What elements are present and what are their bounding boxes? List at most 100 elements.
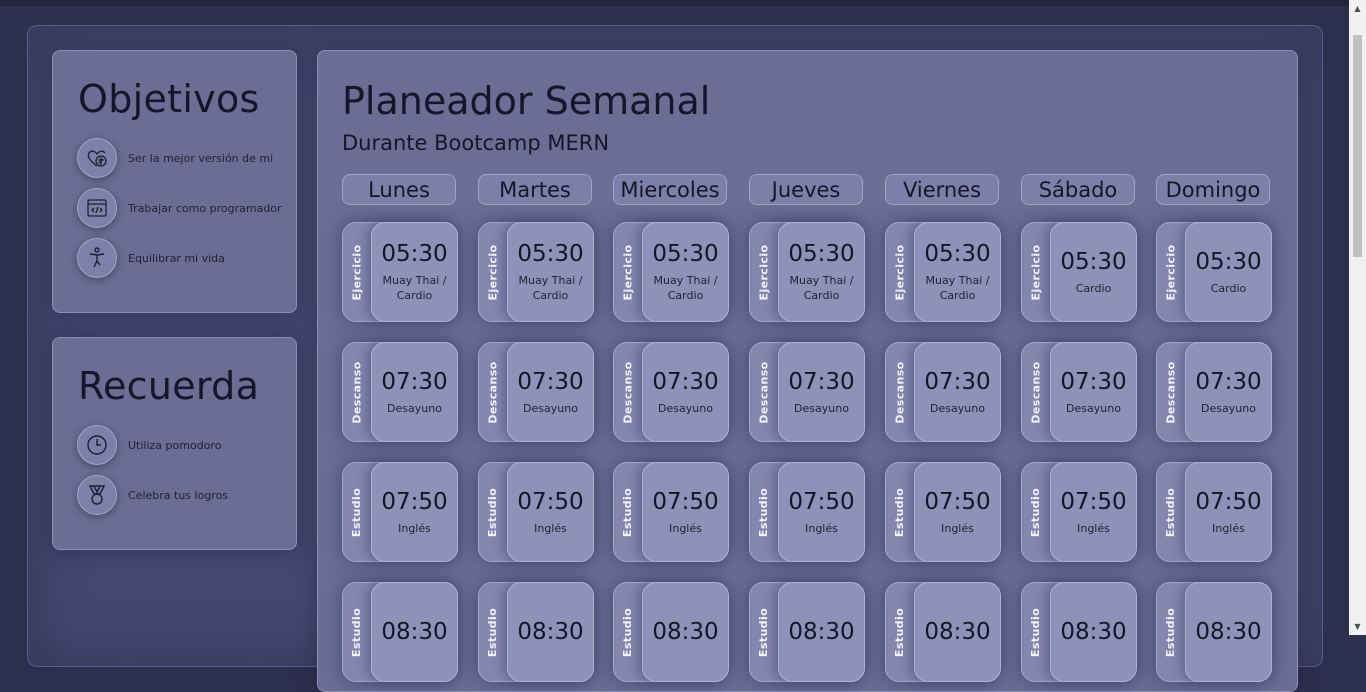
slot-card: 07:30 Desayuno (778, 342, 865, 442)
slot-card: 07:50 Inglés (1050, 462, 1137, 562)
recuerda-label: Utiliza pomodoro (128, 438, 222, 452)
slot-card: 08:30 (642, 582, 729, 682)
slot-card: 08:30 (1050, 582, 1137, 682)
slot-card: 05:30 Muay Thai / Cardio (914, 222, 1001, 322)
schedule-slot[interactable]: Estudio 07:50 Inglés (885, 462, 1001, 562)
objetivos-title: Objetivos (78, 77, 260, 121)
slot-category: Descanso (343, 342, 371, 442)
schedule-slot[interactable]: Estudio 07:50 Inglés (342, 462, 458, 562)
slot-card: 08:30 (371, 582, 458, 682)
slot-category: Estudio (614, 582, 642, 682)
slot-activity: Desayuno (523, 401, 578, 415)
slot-card: 05:30 Muay Thai / Cardio (642, 222, 729, 322)
schedule-slot[interactable]: Estudio 08:30 (885, 582, 1001, 682)
schedule-slot[interactable]: Descanso 07:30 Desayuno (613, 342, 729, 442)
slot-time: 07:30 (788, 368, 855, 395)
slot-category-label: Estudio (757, 487, 771, 537)
slot-activity: Cardio (1210, 281, 1247, 295)
scroll-up-icon[interactable]: ▲ (1349, 0, 1366, 17)
slot-category: Estudio (343, 462, 371, 562)
schedule-slot[interactable]: Descanso 07:30 Desayuno (885, 342, 1001, 442)
schedule-slot[interactable]: Descanso 07:30 Desayuno (749, 342, 865, 442)
slot-card: 07:30 Desayuno (1185, 342, 1272, 442)
slot-category: Estudio (886, 462, 914, 562)
slot-category-label: Ejercicio (1029, 244, 1043, 300)
slot-card: 07:50 Inglés (507, 462, 594, 562)
slot-category-label: Estudio (350, 487, 364, 537)
scroll-down-icon[interactable]: ▼ (1349, 618, 1366, 635)
recuerda-item: Utiliza pomodoro (77, 425, 221, 465)
slot-card: 08:30 (778, 582, 865, 682)
schedule-slot[interactable]: Estudio 07:50 Inglés (613, 462, 729, 562)
slot-time: 05:30 (924, 241, 991, 267)
app-container: Objetivos Ser la mejor versión de mi Tra… (27, 25, 1323, 692)
slot-activity: Desayuno (1201, 401, 1256, 415)
browser-top-strip (0, 0, 1366, 6)
slot-category: Descanso (886, 342, 914, 442)
slot-activity: Inglés (805, 521, 838, 535)
slot-activity: Inglés (1077, 521, 1110, 535)
slot-card: 07:50 Inglés (914, 462, 1001, 562)
slot-time: 07:50 (788, 488, 855, 515)
day-header: Miercoles (613, 174, 727, 205)
slot-category-label: Descanso (486, 360, 500, 424)
schedule-slot[interactable]: Descanso 07:30 Desayuno (1156, 342, 1272, 442)
schedule-slot[interactable]: Estudio 07:50 Inglés (1156, 462, 1272, 562)
slot-time: 08:30 (1195, 619, 1262, 645)
slot-category: Estudio (479, 462, 507, 562)
schedule-slot[interactable]: Ejercicio 05:30 Muay Thai / Cardio (342, 222, 458, 322)
schedule-slot[interactable]: Descanso 07:30 Desayuno (1021, 342, 1137, 442)
slot-time: 05:30 (517, 241, 584, 267)
schedule-slot[interactable]: Estudio 07:50 Inglés (1021, 462, 1137, 562)
slot-activity: Inglés (941, 521, 974, 535)
planner-card: Planeador Semanal Durante Bootcamp MERN … (317, 50, 1298, 692)
slot-card: 05:30 Cardio (1050, 222, 1137, 322)
slot-activity: Cardio (1075, 281, 1112, 295)
schedule-slot[interactable]: Ejercicio 05:30 Muay Thai / Cardio (613, 222, 729, 322)
schedule-slot[interactable]: Descanso 07:30 Desayuno (342, 342, 458, 442)
schedule-slot[interactable]: Descanso 07:30 Desayuno (478, 342, 594, 442)
schedule-slot[interactable]: Ejercicio 05:30 Cardio (1156, 222, 1272, 322)
slot-time: 05:30 (788, 241, 855, 267)
slot-time: 07:30 (517, 368, 584, 395)
slot-category: Estudio (1022, 582, 1050, 682)
slot-time: 07:30 (1060, 368, 1127, 395)
schedule-slot[interactable]: Estudio 07:50 Inglés (478, 462, 594, 562)
slot-category: Estudio (1157, 582, 1185, 682)
slot-category-label: Estudio (893, 487, 907, 537)
slot-category: Ejercicio (343, 222, 371, 322)
schedule-slot[interactable]: Estudio 08:30 (342, 582, 458, 682)
objetivo-label: Ser la mejor versión de mi (128, 151, 274, 165)
slot-category-label: Ejercicio (1164, 244, 1178, 300)
slot-activity: Desayuno (387, 401, 442, 415)
slot-card: 07:50 Inglés (642, 462, 729, 562)
page-scrollbar[interactable]: ▲ ▼ (1349, 0, 1366, 635)
schedule-slot[interactable]: Ejercicio 05:30 Muay Thai / Cardio (885, 222, 1001, 322)
schedule-slot[interactable]: Estudio 07:50 Inglés (749, 462, 865, 562)
slot-category: Estudio (614, 462, 642, 562)
slot-activity: Desayuno (794, 401, 849, 415)
schedule-slot[interactable]: Estudio 08:30 (613, 582, 729, 682)
scroll-thumb[interactable] (1353, 35, 1362, 257)
slot-activity: Muay Thai / Cardio (925, 274, 990, 302)
slot-category: Estudio (1157, 462, 1185, 562)
slot-card: 07:50 Inglés (1185, 462, 1272, 562)
objetivos-card: Objetivos Ser la mejor versión de mi Tra… (52, 50, 297, 313)
slot-category-label: Estudio (1164, 607, 1178, 657)
slot-card: 07:30 Desayuno (914, 342, 1001, 442)
slot-category: Descanso (750, 342, 778, 442)
slot-time: 07:30 (381, 368, 448, 395)
recuerda-label: Celebra tus logros (128, 488, 229, 502)
objetivo-label: Equilibrar mi vida (128, 251, 225, 265)
schedule-slot[interactable]: Estudio 08:30 (749, 582, 865, 682)
slot-time: 07:30 (652, 368, 719, 395)
schedule-slot[interactable]: Estudio 08:30 (1156, 582, 1272, 682)
slot-card: 08:30 (914, 582, 1001, 682)
slot-category-label: Descanso (1029, 360, 1043, 424)
schedule-slot[interactable]: Estudio 08:30 (478, 582, 594, 682)
schedule-slot[interactable]: Ejercicio 05:30 Muay Thai / Cardio (478, 222, 594, 322)
schedule-slot[interactable]: Ejercicio 05:30 Muay Thai / Cardio (749, 222, 865, 322)
schedule-slot[interactable]: Ejercicio 05:30 Cardio (1021, 222, 1137, 322)
schedule-slot[interactable]: Estudio 08:30 (1021, 582, 1137, 682)
slot-category: Descanso (614, 342, 642, 442)
